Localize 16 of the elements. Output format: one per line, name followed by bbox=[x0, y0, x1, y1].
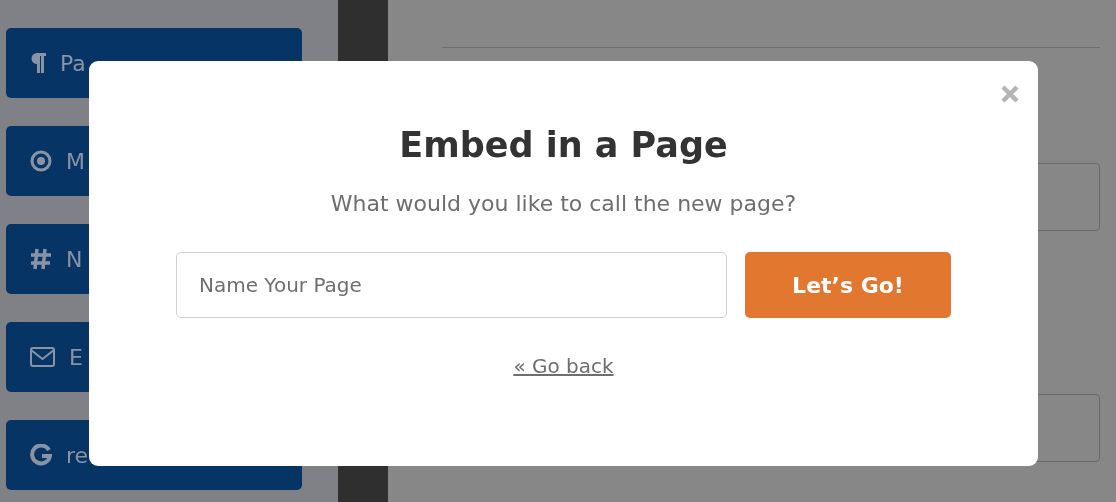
field-label: N bbox=[66, 246, 83, 272]
google-icon bbox=[30, 444, 52, 466]
page-name-field[interactable]: Name Your Page bbox=[176, 252, 727, 318]
field-label: re bbox=[66, 442, 89, 468]
dialog-title: Embed in a Page bbox=[399, 125, 728, 165]
go-back-link[interactable]: « Go back bbox=[513, 354, 614, 378]
field-label: M bbox=[66, 148, 85, 174]
submit-button[interactable]: Let’s Go! bbox=[745, 252, 951, 318]
radio-icon bbox=[30, 150, 52, 172]
field-label: E bbox=[69, 344, 83, 370]
hash-icon bbox=[30, 248, 52, 270]
field-label: Pa bbox=[60, 50, 86, 76]
paragraph-icon bbox=[30, 53, 46, 73]
close-icon[interactable] bbox=[1001, 85, 1019, 103]
envelope-icon bbox=[30, 347, 55, 367]
dialog-prompt: What would you like to call the new page? bbox=[330, 191, 797, 216]
